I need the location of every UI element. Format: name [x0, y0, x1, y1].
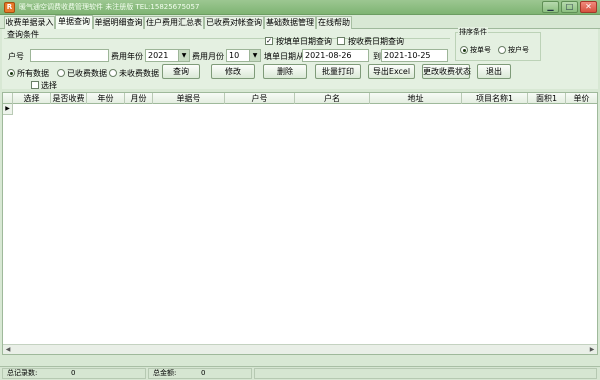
by-pay-date-label: 按收费日期查询	[348, 37, 404, 46]
app-icon: R	[4, 2, 15, 13]
filter-paid-radio[interactable]	[57, 69, 65, 77]
window-title: 暖气通空调费收费管理软件 未注册版 TEL:15825675057	[19, 3, 200, 11]
account-input[interactable]	[30, 49, 109, 62]
tab-bill-entry[interactable]: 收费单据录入	[4, 16, 55, 29]
sort-by-bill-label: 按单号	[470, 46, 491, 54]
col-year[interactable]: 年份	[87, 93, 125, 104]
minimize-button[interactable]: ▁	[542, 1, 559, 13]
export-excel-button[interactable]: 导出Excel	[368, 64, 415, 79]
select-all-label: 选择	[41, 81, 57, 90]
scroll-left-icon[interactable]: ◀	[3, 345, 13, 354]
by-pay-date-checkbox[interactable]	[337, 37, 345, 45]
col-bill-no[interactable]: 单据号	[153, 93, 225, 104]
year-label: 费用年份	[111, 52, 143, 61]
bill-grid[interactable]: 选择 是否收费 年份 月份 单据号 户号 户名 地址 项目名称1 面积1 单价 …	[2, 92, 598, 355]
chevron-down-icon[interactable]: ▼	[249, 50, 260, 61]
col-item-name-1[interactable]: 项目名称1	[462, 93, 528, 104]
horizontal-scrollbar[interactable]: ◀ ▶	[3, 344, 597, 354]
by-fill-date-checkbox[interactable]: ✓	[265, 37, 273, 45]
filter-unpaid-label: 未收费数据	[119, 69, 159, 78]
tab-paid-reconciliation[interactable]: 已收费对帐查询	[204, 16, 264, 29]
tab-bill-query[interactable]: 单据查询	[55, 15, 93, 30]
col-account-name[interactable]: 户名	[295, 93, 370, 104]
by-fill-date-label: 按填单日期查询	[276, 37, 332, 46]
col-unit-price[interactable]: 单价	[566, 93, 597, 104]
batch-print-button[interactable]: 批量打印	[315, 64, 361, 79]
col-area-1[interactable]: 面积1	[528, 93, 566, 104]
tab-bar: 收费单据录入 单据查询 单据明细查询 住户费用汇总表 已收费对帐查询 基础数据管…	[0, 15, 600, 30]
total-records-value: 0	[71, 369, 76, 377]
sort-by-account-label: 按户号	[508, 46, 529, 54]
status-bar: 总记录数: 0 总金额: 0	[0, 366, 600, 380]
exit-button[interactable]: 退出	[477, 64, 511, 79]
sort-group: 排序条件 按单号 按户号	[455, 27, 541, 61]
select-all-checkbox[interactable]	[31, 81, 39, 89]
close-button[interactable]: ✕	[580, 1, 597, 13]
col-paid[interactable]: 是否收费	[51, 93, 87, 104]
date-to-input[interactable]: 2021-10-25	[381, 49, 448, 62]
sort-by-bill-radio[interactable]	[460, 46, 468, 54]
month-value: 10	[229, 51, 240, 60]
date-to-label: 到	[373, 52, 381, 61]
title-bar: R 暖气通空调费收费管理软件 未注册版 TEL:15825675057 ▁ □ …	[0, 0, 600, 15]
filter-paid-label: 已收费数据	[67, 69, 107, 78]
edit-button[interactable]: 修改	[211, 64, 255, 79]
date-from-input[interactable]: 2021-08-26	[302, 49, 369, 62]
tab-base-data[interactable]: 基础数据管理	[264, 16, 316, 29]
fill-date-from-label: 填单日期从	[264, 52, 304, 61]
total-records-label: 总记录数:	[7, 369, 38, 377]
month-label: 费用月份	[192, 52, 224, 61]
change-status-button[interactable]: 更改收费状态	[422, 64, 471, 79]
maximize-button[interactable]: □	[561, 1, 578, 13]
account-label: 户号	[8, 52, 24, 61]
query-button[interactable]: 查询	[162, 64, 200, 79]
grid-header: 选择 是否收费 年份 月份 单据号 户号 户名 地址 项目名称1 面积1 单价	[3, 93, 597, 104]
status-spacer	[254, 368, 597, 379]
row-header-corner	[3, 93, 13, 104]
total-records-field: 总记录数: 0	[2, 368, 146, 379]
sort-title: 排序条件	[458, 27, 488, 37]
delete-button[interactable]: 删除	[263, 64, 307, 79]
chevron-down-icon[interactable]: ▼	[178, 50, 189, 61]
col-select[interactable]: 选择	[13, 93, 51, 104]
sort-by-account-radio[interactable]	[498, 46, 506, 54]
month-select[interactable]: 10 ▼	[226, 49, 261, 62]
col-month[interactable]: 月份	[125, 93, 153, 104]
total-amount-label: 总金额:	[153, 369, 177, 377]
year-value: 2021	[148, 51, 169, 60]
query-panel: 查询条件 ✓ 按填单日期查询 按收费日期查询 户号 费用年份 2021 ▼ 费用…	[2, 27, 598, 90]
scroll-right-icon[interactable]: ▶	[587, 345, 597, 354]
tab-online-help[interactable]: 在线帮助	[316, 16, 352, 29]
tab-resident-fee-summary[interactable]: 住户费用汇总表	[144, 16, 204, 29]
total-amount-value: 0	[201, 369, 206, 377]
current-row-indicator[interactable]: ▶	[3, 104, 13, 115]
filter-all-radio[interactable]	[7, 69, 15, 77]
year-select[interactable]: 2021 ▼	[145, 49, 190, 62]
col-account[interactable]: 户号	[225, 93, 295, 104]
filter-all-label: 所有数据	[17, 69, 49, 78]
col-address[interactable]: 地址	[370, 93, 462, 104]
tab-bill-detail-query[interactable]: 单据明细查询	[93, 16, 144, 29]
total-amount-field: 总金额: 0	[148, 368, 252, 379]
filter-unpaid-radio[interactable]	[109, 69, 117, 77]
